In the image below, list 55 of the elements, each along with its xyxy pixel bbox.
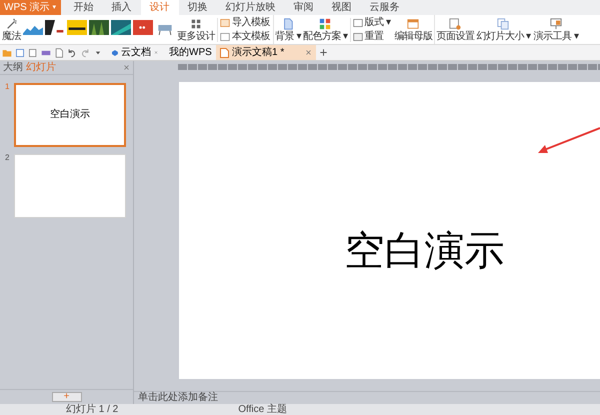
document-icon xyxy=(220,48,229,58)
wand-icon xyxy=(6,18,18,30)
copy-icon xyxy=(28,48,38,58)
menu-tab[interactable]: 云服务 xyxy=(360,0,409,15)
reset-button[interactable]: 重置 xyxy=(352,32,390,42)
document-tab[interactable]: 演示文稿1 * xyxy=(216,45,316,60)
notes-placeholder[interactable]: 单击此处添加备注 xyxy=(138,393,218,403)
edit-master-button[interactable]: 编辑母版 xyxy=(393,15,434,44)
pages-icon xyxy=(497,18,510,30)
menu-tab[interactable]: 幻灯片放映 xyxy=(216,0,285,15)
page-setup-button[interactable]: 页面设置 xyxy=(435,15,476,44)
this-template-button[interactable]: 本文模板 xyxy=(220,32,270,42)
menu-tab[interactable]: 开始 xyxy=(64,0,103,15)
slide-number: 1 xyxy=(5,83,10,91)
folder-icon xyxy=(2,48,12,58)
theme-name: Office 主题 xyxy=(238,404,287,414)
projector-icon xyxy=(550,18,562,30)
menu-tab[interactable]: 审阅 xyxy=(284,0,323,15)
layout-icon xyxy=(352,18,363,28)
arrow xyxy=(536,124,600,156)
close-icon xyxy=(123,64,130,71)
document-tab[interactable]: 我的WPS xyxy=(162,45,216,60)
menu-tab[interactable]: 设计 xyxy=(140,0,179,15)
document-tab[interactable]: 云文档 xyxy=(108,45,162,60)
presentation-tools-button[interactable]: 演示工具 ▾ xyxy=(532,15,580,44)
plus-icon xyxy=(319,48,328,57)
grid-icon xyxy=(190,18,202,30)
slide-number: 2 xyxy=(5,154,10,162)
undo-icon xyxy=(67,48,77,58)
panel-tab[interactable]: 大纲 xyxy=(3,62,23,72)
close-icon xyxy=(305,49,312,56)
slide-counter: 幻灯片 1 / 2 xyxy=(66,404,118,414)
reset-icon xyxy=(352,32,363,42)
menu-tab[interactable]: 视图 xyxy=(322,0,361,15)
import-template-button[interactable]: 导入模板 xyxy=(220,18,270,28)
cloud-icon xyxy=(112,48,118,58)
page-icon xyxy=(54,48,64,58)
page-gear-icon xyxy=(449,18,462,30)
background-button[interactable]: 背景 ▾ xyxy=(274,15,302,44)
close-icon xyxy=(154,49,158,56)
magic-button[interactable]: 魔法 xyxy=(1,15,22,44)
menu-tab[interactable]: 切换 xyxy=(178,0,217,15)
more-designs-button[interactable]: 更多设计 xyxy=(176,15,216,44)
color-scheme-button[interactable]: 配色方案 ▾ xyxy=(302,15,349,44)
color-grid-icon xyxy=(319,18,332,30)
slide-size-button[interactable]: 幻灯片大小 ▾ xyxy=(475,15,532,44)
slide-title: 空白演示 xyxy=(344,230,504,270)
redo-icon xyxy=(80,48,90,58)
slide-thumbnail[interactable]: 空白演示 xyxy=(14,83,126,147)
master-icon xyxy=(407,18,420,30)
save-icon xyxy=(15,48,25,58)
menu-tab[interactable]: 插入 xyxy=(102,0,141,15)
layout-button[interactable]: 版式 ▾ xyxy=(352,18,390,28)
page-icon xyxy=(282,18,294,30)
slide-thumbnail[interactable] xyxy=(14,154,126,218)
